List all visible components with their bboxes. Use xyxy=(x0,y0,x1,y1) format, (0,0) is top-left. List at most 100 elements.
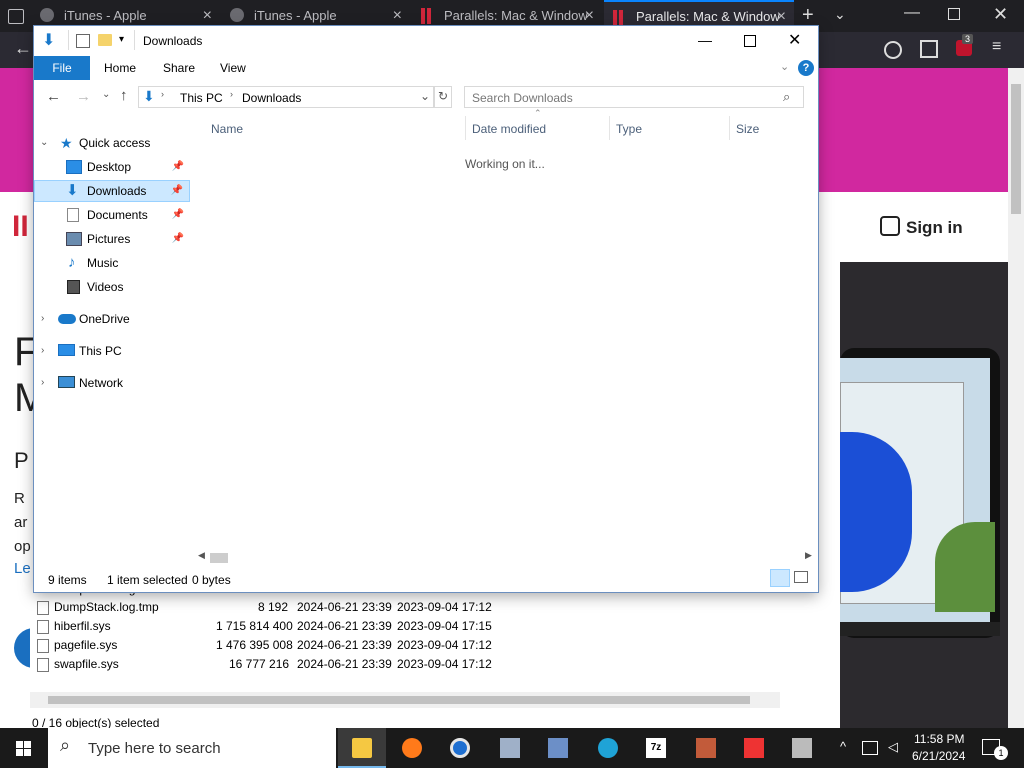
hero-subtitle: P xyxy=(14,448,29,473)
expand-ribbon-icon[interactable]: ⌄ xyxy=(780,60,789,73)
scroll-left-icon[interactable]: ◀ xyxy=(198,550,205,561)
clock-date[interactable]: 6/21/2024 xyxy=(912,749,965,763)
file-name: pagefile.sys xyxy=(54,638,118,652)
help-icon[interactable]: ? xyxy=(798,60,814,76)
file-date: 2024-06-21 23:39 xyxy=(297,600,392,614)
close-icon[interactable]: ✕ xyxy=(788,30,801,50)
taskbar-app[interactable] xyxy=(778,728,826,768)
scrollbar-thumb[interactable] xyxy=(210,553,228,563)
chevron-right-icon[interactable]: › xyxy=(41,308,44,330)
recent-locations-icon[interactable]: ⌄ xyxy=(102,89,110,100)
scrollbar-thumb[interactable] xyxy=(48,696,750,704)
nav-downloads[interactable]: ⬇ Downloads 📌 xyxy=(34,180,190,202)
nav-pictures[interactable]: Pictures 📌 xyxy=(34,228,190,250)
tab-view[interactable]: View xyxy=(220,56,246,80)
chevron-right-icon[interactable]: › xyxy=(41,340,44,362)
pictures-icon xyxy=(66,232,82,246)
up-icon[interactable]: ↑ xyxy=(120,87,128,104)
chevron-down-icon[interactable]: ⌄ xyxy=(420,89,430,103)
forward-icon[interactable]: → xyxy=(76,88,91,105)
column-header-name[interactable]: Name xyxy=(211,122,243,136)
breadcrumb-this-pc[interactable]: This PC xyxy=(180,91,223,105)
minimize-icon[interactable]: — xyxy=(698,32,712,48)
search-input[interactable]: Search Downloads ⌕ xyxy=(464,86,804,108)
taskbar-search[interactable]: ⌕ Type here to search xyxy=(48,728,336,768)
file-icon xyxy=(37,620,49,634)
horizontal-scrollbar[interactable] xyxy=(30,692,780,708)
customize-toolbar-icon[interactable]: ▾ xyxy=(119,34,124,45)
horizontal-scrollbar[interactable]: ◀ ▶ xyxy=(196,550,816,564)
chrome-icon xyxy=(450,738,470,758)
taskbar-edge[interactable] xyxy=(584,728,632,768)
show-hidden-icons[interactable]: ^ xyxy=(840,739,846,754)
properties-icon[interactable] xyxy=(76,34,90,48)
chevron-down-icon[interactable]: ⌄ xyxy=(834,6,846,23)
taskbar-file-explorer[interactable] xyxy=(338,728,386,768)
taskbar-app[interactable] xyxy=(486,728,534,768)
large-icons-view-icon[interactable] xyxy=(794,571,808,583)
file-icon xyxy=(37,658,49,672)
tab-file[interactable]: File xyxy=(34,56,90,80)
chevron-right-icon: › xyxy=(230,89,233,99)
tab-overview-icon[interactable] xyxy=(8,9,24,24)
nav-documents[interactable]: Documents 📌 xyxy=(34,204,190,226)
sign-in-link[interactable]: Sign in xyxy=(906,218,963,238)
taskbar-firefox[interactable] xyxy=(388,728,436,768)
column-header-type[interactable]: Type xyxy=(616,122,642,136)
new-tab-icon[interactable]: + xyxy=(802,4,814,27)
music-icon: ♪ xyxy=(68,254,76,271)
back-icon[interactable]: ← xyxy=(14,38,32,59)
refresh-button[interactable]: ↻ xyxy=(434,86,452,108)
network-icon[interactable] xyxy=(862,741,878,755)
back-icon[interactable]: ← xyxy=(46,88,61,105)
nav-network[interactable]: › Network xyxy=(34,372,190,394)
nav-this-pc[interactable]: › This PC xyxy=(34,340,190,362)
column-header-date[interactable]: Date modified xyxy=(472,122,546,136)
search-icon[interactable]: ⌕ xyxy=(783,89,790,105)
minimize-icon[interactable]: — xyxy=(904,4,920,22)
learn-more-link[interactable]: Le xyxy=(14,560,31,577)
address-bar[interactable]: ⬇ › This PC › Downloads ⌄ xyxy=(138,86,434,108)
table-row[interactable]: pagefile.sys 1 476 395 008 2024-06-21 23… xyxy=(30,636,550,655)
chevron-down-icon[interactable]: ⌄ xyxy=(40,132,48,154)
chevron-right-icon[interactable]: › xyxy=(41,372,44,394)
nav-videos[interactable]: Videos xyxy=(34,276,190,298)
table-row[interactable]: swapfile.sys 16 777 216 2024-06-21 23:39… xyxy=(30,655,550,674)
volume-icon[interactable]: ◁ xyxy=(888,739,898,755)
extension-badge: 3 xyxy=(962,34,974,44)
new-folder-icon[interactable] xyxy=(98,34,112,46)
nav-label: Pictures xyxy=(87,232,131,246)
start-button[interactable] xyxy=(0,728,48,768)
maximize-icon[interactable] xyxy=(744,35,756,47)
star-icon: ★ xyxy=(60,135,73,151)
tab-home[interactable]: Home xyxy=(104,56,136,80)
taskbar-7zip[interactable]: 7z xyxy=(632,728,680,768)
selection-count: 1 item selected xyxy=(107,573,188,587)
column-header-size[interactable]: Size xyxy=(736,122,759,136)
loading-message: Working on it... xyxy=(465,157,545,171)
taskbar-app[interactable] xyxy=(682,728,730,768)
tab-share[interactable]: Share xyxy=(163,56,195,80)
table-row[interactable]: DumpStack.log.tmp 8 192 2024-06-21 23:39… xyxy=(30,598,550,617)
extensions-icon[interactable] xyxy=(920,40,938,58)
taskbar-app[interactable] xyxy=(730,728,778,768)
scroll-right-icon[interactable]: ▶ xyxy=(805,550,812,561)
nav-desktop[interactable]: Desktop 📌 xyxy=(34,156,190,178)
table-row[interactable]: hiberfil.sys 1 715 814 400 2024-06-21 23… xyxy=(30,617,550,636)
breadcrumb-downloads[interactable]: Downloads xyxy=(242,91,301,105)
nav-onedrive[interactable]: › OneDrive xyxy=(34,308,190,330)
details-view-icon[interactable] xyxy=(770,569,790,587)
restore-icon[interactable] xyxy=(948,8,960,20)
scrollbar-thumb[interactable] xyxy=(1011,84,1021,214)
nav-music[interactable]: ♪ Music xyxy=(34,252,190,274)
close-window-icon[interactable]: ✕ xyxy=(993,4,1008,25)
desktop-icon xyxy=(66,160,82,174)
nav-quick-access[interactable]: ⌄ ★ Quick access xyxy=(34,132,190,154)
firefox-icon xyxy=(402,738,422,758)
clock-time[interactable]: 11:58 PM xyxy=(914,732,964,746)
taskbar-app[interactable] xyxy=(534,728,582,768)
menu-icon[interactable]: ≡ xyxy=(992,38,1001,56)
page-scrollbar[interactable] xyxy=(1008,68,1024,728)
account-icon[interactable] xyxy=(884,41,902,59)
taskbar-chrome[interactable] xyxy=(436,728,484,768)
